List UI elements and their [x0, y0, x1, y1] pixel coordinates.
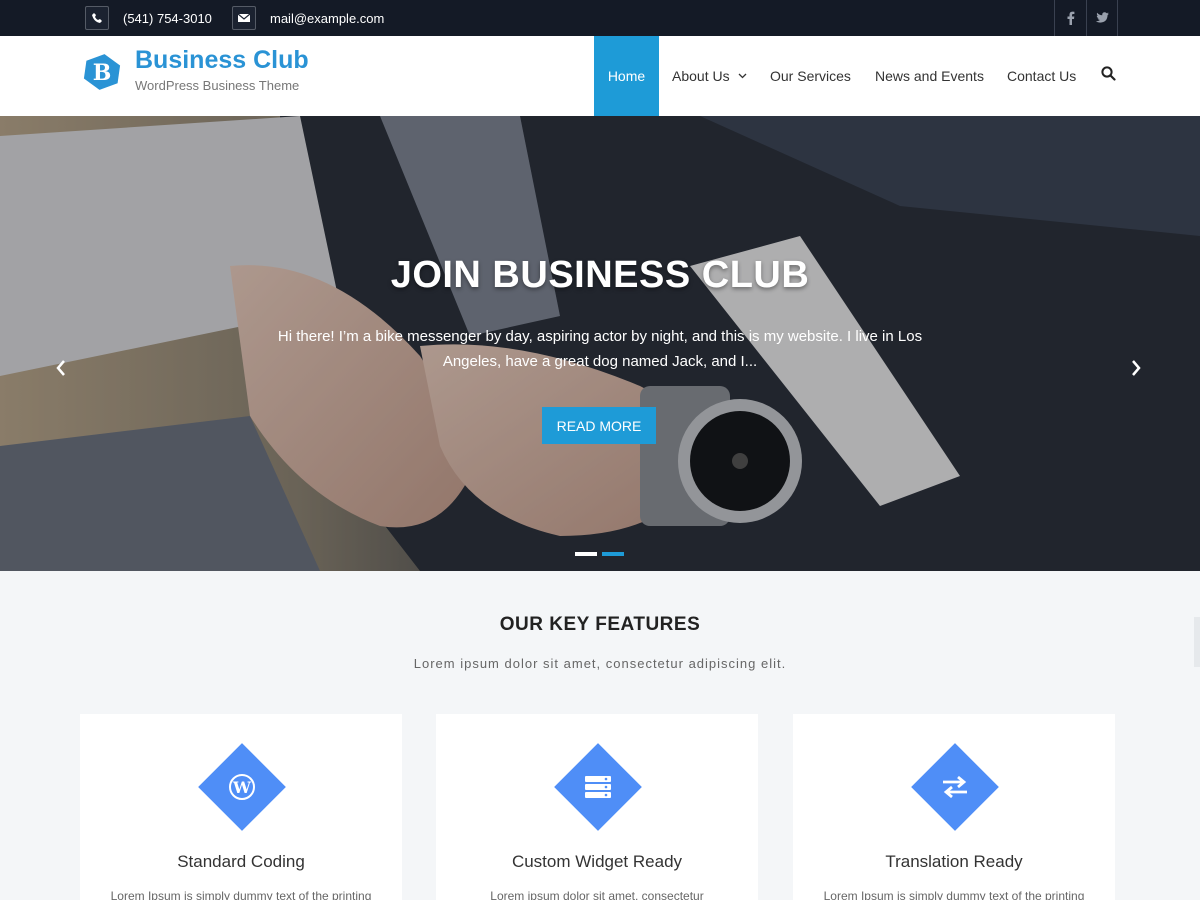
feature-title: Custom Widget Ready: [511, 852, 683, 871]
nav-contact-us-label: Contact Us: [1007, 68, 1077, 84]
exchange-icon: [937, 769, 973, 805]
site-logo[interactable]: B: [82, 52, 122, 97]
nav-home[interactable]: Home: [594, 36, 659, 116]
hero-text: Hi there! I’m a bike messenger by day, a…: [277, 328, 923, 370]
hero-slider: JOIN BUSINESS CLUB Hi there! I’m a bike …: [0, 116, 1200, 571]
nav-news-and-events[interactable]: News and Events: [875, 36, 984, 116]
feature-title: Translation Ready: [885, 852, 1023, 871]
chevron-down-icon: [738, 73, 747, 79]
features-section: OUR KEY FEATURES Lorem ipsum dolor sit a…: [0, 571, 1200, 900]
envelope-icon: [232, 6, 256, 30]
chevron-left-icon: [56, 360, 65, 376]
features-subtitle: Lorem ipsum dolor sit amet, consectetur …: [413, 656, 787, 671]
facebook-link[interactable]: [1054, 0, 1086, 36]
nav-about-us-label: About Us: [672, 68, 730, 84]
wordpress-icon: W: [224, 769, 260, 805]
facebook-icon: [1067, 11, 1074, 25]
logo-hexagon-icon: B: [83, 54, 121, 90]
nav-our-services-label: Our Services: [770, 68, 851, 84]
scrollbar-thumb[interactable]: [1194, 617, 1200, 667]
slider-next-arrow[interactable]: [1124, 356, 1148, 380]
search-icon[interactable]: [1101, 66, 1116, 86]
feature-text: Lorem ipsum dolor sit amet, consectetur: [490, 889, 704, 900]
feature-text: Lorem Ipsum is simply dummy text of the …: [823, 889, 1085, 900]
site-title[interactable]: Business Club: [135, 46, 309, 75]
svg-text:W: W: [232, 778, 252, 797]
top-bar: (541) 754-3010 mail@example.com: [0, 0, 1200, 36]
read-more-button[interactable]: READ MORE: [542, 407, 656, 444]
email-contact[interactable]: mail@example.com: [232, 3, 384, 33]
hero-title: JOIN BUSINESS CLUB: [390, 254, 810, 296]
feature-card: Custom Widget Ready Lorem ipsum dolor si…: [436, 714, 758, 900]
feature-text: Lorem Ipsum is simply dummy text of the …: [110, 889, 372, 900]
slider-dot-2[interactable]: [602, 552, 624, 556]
site-tagline: WordPress Business Theme: [135, 78, 300, 93]
slider-dot-1[interactable]: [575, 552, 597, 556]
feature-title: Standard Coding: [177, 852, 305, 871]
slider-prev-arrow[interactable]: [49, 356, 73, 380]
nav-home-label: Home: [607, 68, 646, 84]
feature-card: Translation Ready Lorem Ipsum is simply …: [793, 714, 1115, 900]
twitter-link[interactable]: [1086, 0, 1118, 36]
nav-about-us[interactable]: About Us: [672, 36, 747, 116]
nav-our-services[interactable]: Our Services: [770, 36, 851, 116]
email-address[interactable]: mail@example.com: [270, 11, 384, 26]
phone-number[interactable]: (541) 754-3010: [123, 11, 212, 26]
chevron-right-icon: [1132, 360, 1141, 376]
site-header: B Business Club WordPress Business Theme…: [0, 36, 1200, 116]
twitter-icon: [1095, 12, 1109, 23]
nav-contact-us[interactable]: Contact Us: [1007, 36, 1076, 116]
server-icon: [580, 769, 616, 805]
nav-news-and-events-label: News and Events: [875, 68, 984, 84]
phone-contact[interactable]: (541) 754-3010: [85, 3, 212, 33]
feature-card: W Standard Coding Lorem Ipsum is simply …: [80, 714, 402, 900]
logo-letter: B: [93, 60, 112, 86]
features-title: OUR KEY FEATURES: [499, 614, 701, 635]
phone-icon: [85, 6, 109, 30]
